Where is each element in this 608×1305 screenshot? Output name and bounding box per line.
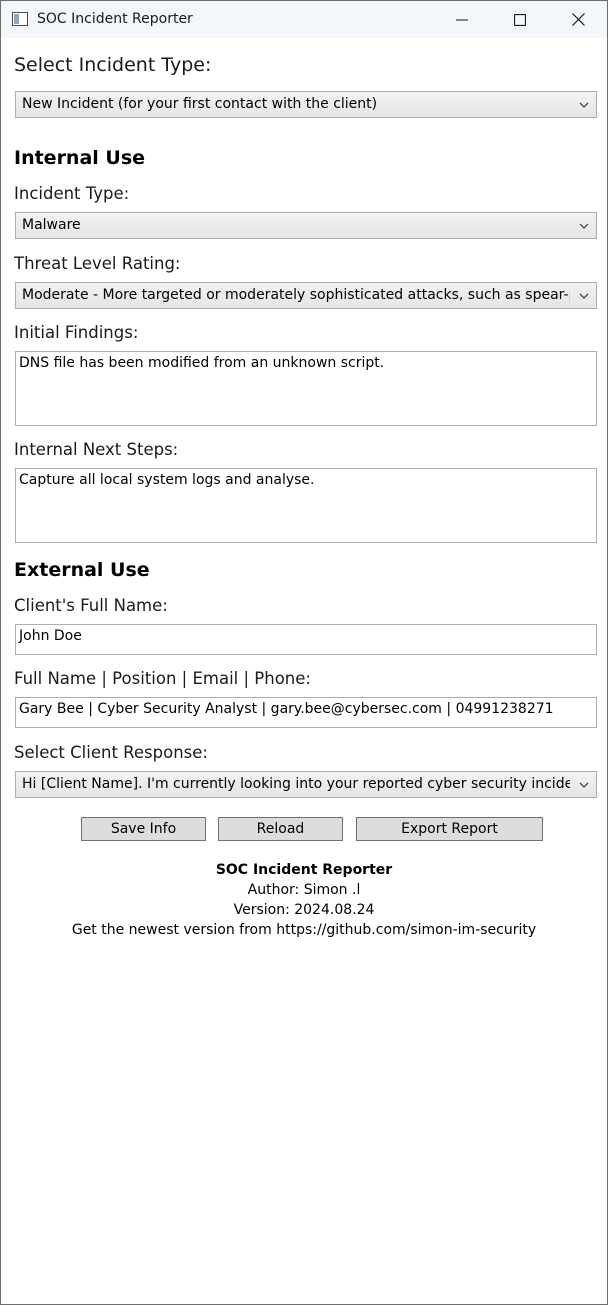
window-title: SOC Incident Reporter [37, 11, 193, 27]
app-window: SOC Incident Reporter Select Incident Ty… [0, 0, 608, 1305]
client-response-label: Select Client Response: [14, 743, 208, 762]
threat-level-label: Threat Level Rating: [14, 254, 181, 273]
internal-next-steps-label: Internal Next Steps: [14, 440, 179, 459]
threat-level-value: Moderate - More targeted or moderately s… [22, 287, 570, 303]
incident-type-value: Malware [22, 217, 81, 233]
chevron-down-icon [579, 102, 589, 108]
footer-author: Author: Simon .l [247, 882, 361, 898]
footer-app-title: SOC Incident Reporter [215, 862, 393, 878]
initial-findings-textarea[interactable]: DNS file has been modified from an unkno… [15, 351, 597, 426]
chevron-down-icon [579, 223, 589, 229]
minimize-icon [456, 19, 468, 20]
footer-version: Version: 2024.08.24 [233, 902, 375, 918]
internal-next-steps-textarea[interactable]: Capture all local system logs and analys… [15, 468, 597, 543]
external-use-heading: External Use [14, 559, 150, 581]
client-name-label: Client's Full Name: [14, 596, 168, 615]
incident-type-label: Incident Type: [14, 184, 130, 203]
threat-level-dropdown[interactable]: Moderate - More targeted or moderately s… [15, 282, 597, 309]
client-response-dropdown[interactable]: Hi [Client Name]. I'm currently looking … [15, 771, 597, 798]
close-button[interactable] [549, 1, 607, 38]
client-name-input[interactable]: John Doe [15, 624, 597, 655]
signature-input[interactable]: Gary Bee | Cyber Security Analyst | gary… [15, 697, 597, 728]
maximize-button[interactable] [491, 1, 549, 38]
export-report-button[interactable]: Export Report [356, 817, 543, 841]
select-incident-type-dropdown[interactable]: New Incident (for your first contact wit… [15, 91, 597, 118]
internal-use-heading: Internal Use [14, 147, 146, 169]
select-incident-type-label: Select Incident Type: [14, 54, 212, 76]
maximize-icon [514, 13, 526, 26]
select-incident-type-value: New Incident (for your first contact wit… [22, 96, 378, 112]
reload-button[interactable]: Reload [218, 817, 343, 841]
initial-findings-label: Initial Findings: [14, 323, 139, 342]
app-window-icon [12, 12, 28, 26]
client-response-value: Hi [Client Name]. I'm currently looking … [22, 776, 570, 792]
footer-download-link: Get the newest version from https://gith… [71, 922, 537, 938]
chevron-down-icon [579, 782, 589, 788]
chevron-down-icon [579, 293, 589, 299]
close-icon [571, 13, 585, 26]
minimize-button[interactable] [433, 1, 491, 38]
title-bar[interactable]: SOC Incident Reporter [1, 1, 607, 38]
signature-label: Full Name | Position | Email | Phone: [14, 669, 311, 688]
save-info-button[interactable]: Save Info [81, 817, 206, 841]
incident-type-dropdown[interactable]: Malware [15, 212, 597, 239]
